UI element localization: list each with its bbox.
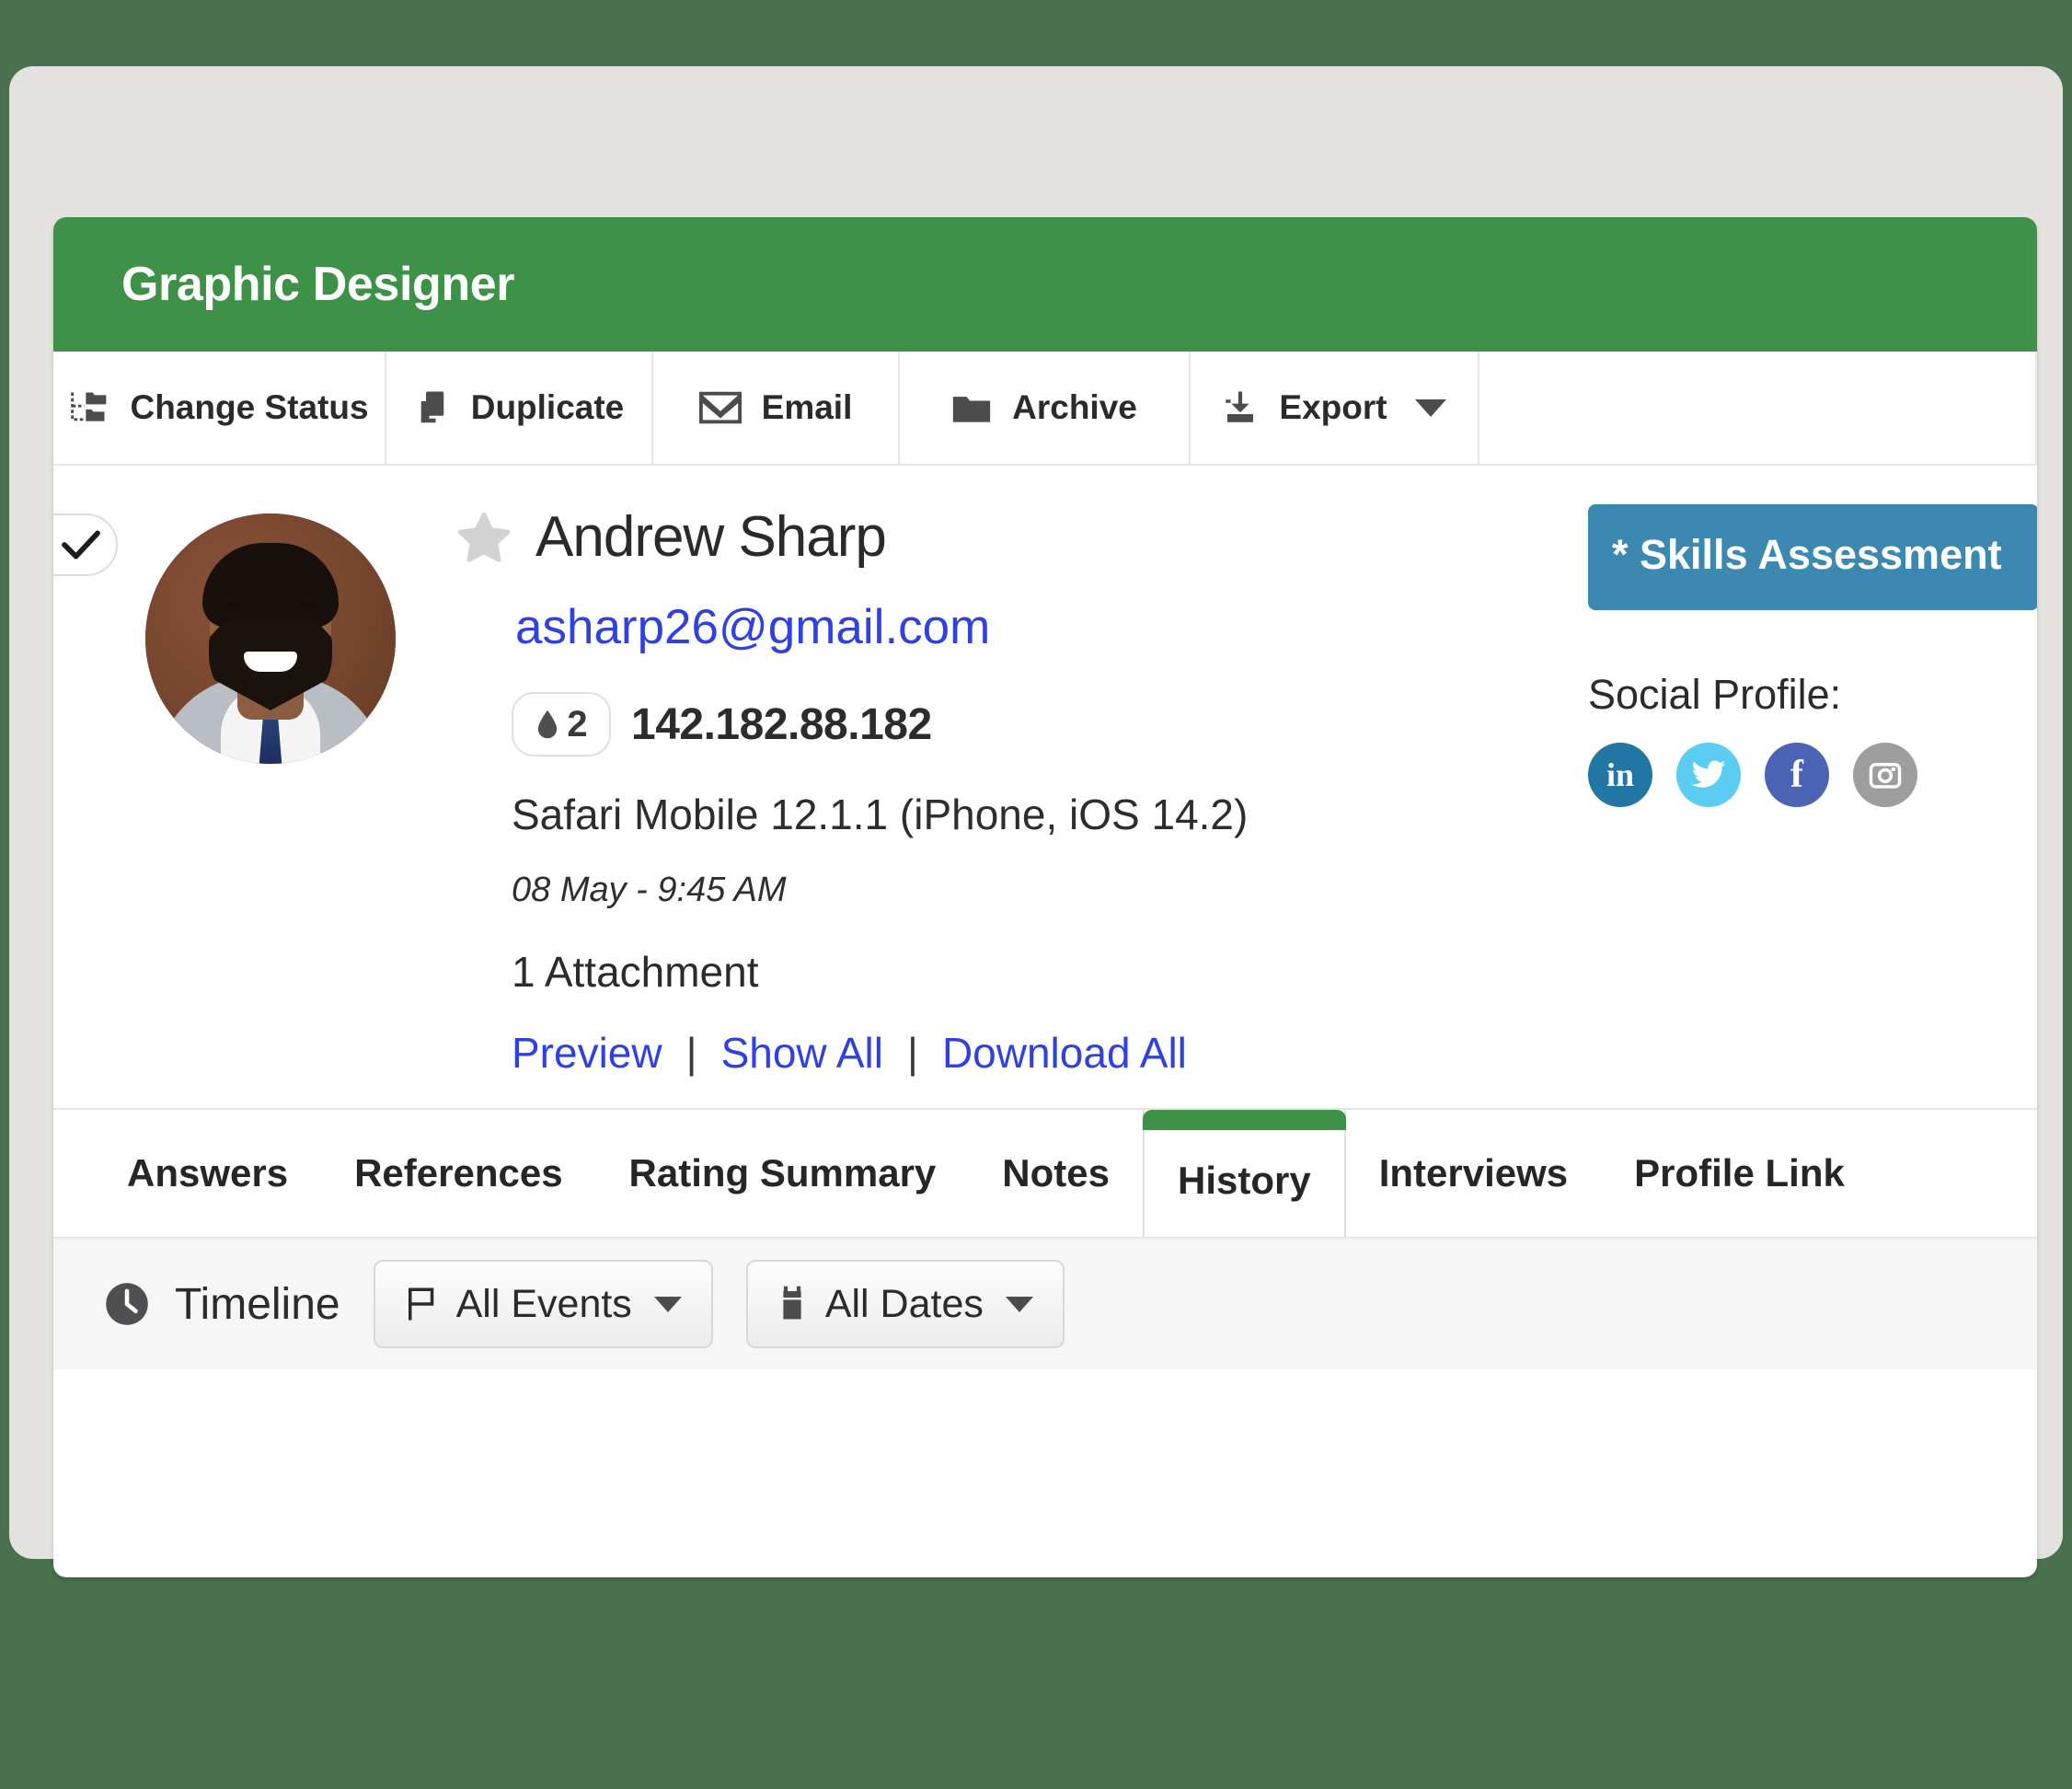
social-profile-links: in f bbox=[1588, 743, 2037, 808]
twitter-icon[interactable] bbox=[1676, 743, 1741, 808]
duplicate-icon bbox=[414, 388, 451, 427]
change-status-label: Change Status bbox=[130, 388, 369, 426]
linkedin-glyph: in bbox=[1606, 756, 1635, 794]
chevron-down-icon bbox=[653, 1296, 682, 1312]
linkedin-icon[interactable]: in bbox=[1588, 743, 1652, 808]
page-title: Graphic Designer bbox=[121, 258, 515, 311]
tab-notes[interactable]: Notes bbox=[969, 1110, 1143, 1237]
archive-button[interactable]: Archive bbox=[900, 352, 1191, 464]
tab-answers[interactable]: Answers bbox=[94, 1110, 321, 1237]
facebook-glyph: f bbox=[1790, 754, 1803, 797]
all-dates-filter[interactable]: All Dates bbox=[745, 1260, 1065, 1348]
email-button[interactable]: Email bbox=[653, 352, 900, 464]
select-candidate-checkbox[interactable] bbox=[53, 514, 118, 576]
duplicate-button[interactable]: Duplicate bbox=[386, 352, 653, 464]
rating-count: 2 bbox=[567, 703, 588, 744]
attachment-actions: Preview | Show All | Download All bbox=[512, 1028, 1542, 1078]
chevron-down-icon bbox=[1005, 1296, 1033, 1312]
email-label: Email bbox=[761, 388, 853, 426]
ip-row: 2 142.182.88.182 bbox=[512, 692, 1542, 756]
candidate-name: Andrew Sharp bbox=[535, 505, 887, 569]
change-status-button[interactable]: Change Status bbox=[53, 352, 386, 464]
download-icon bbox=[1222, 388, 1259, 427]
candidate-sidebar: * Skills Assessment Social Profile: in f bbox=[1588, 504, 2037, 808]
star-icon[interactable] bbox=[456, 511, 512, 564]
timeline-toolbar: Timeline All Events All Dates bbox=[53, 1239, 2037, 1369]
outer-card: Graphic Designer Change Status Duplicate… bbox=[9, 66, 2063, 1577]
browser-info: Safari Mobile 12.1.1 (iPhone, iOS 14.2) bbox=[512, 791, 1249, 838]
tab-bar: Answers References Rating Summary Notes … bbox=[53, 1110, 2037, 1239]
social-profile-label: Social Profile: bbox=[1588, 671, 1842, 719]
link-separator: | bbox=[685, 1029, 697, 1077]
chevron-down-icon[interactable] bbox=[1414, 398, 1446, 417]
instagram-icon[interactable] bbox=[1853, 743, 1917, 808]
timeline-label: Timeline bbox=[175, 1279, 340, 1329]
ip-address: 142.182.88.182 bbox=[631, 699, 932, 749]
candidate-details: Andrew Sharp asharp26@gmail.com 2 142.18… bbox=[456, 504, 1542, 1078]
sitemap-icon bbox=[69, 387, 109, 428]
envelope-icon bbox=[698, 391, 742, 424]
tab-history[interactable]: History bbox=[1143, 1110, 1346, 1237]
candidate-panel: Graphic Designer Change Status Duplicate… bbox=[53, 217, 2037, 1577]
avatar bbox=[145, 514, 396, 764]
tab-rating-summary[interactable]: Rating Summary bbox=[596, 1110, 970, 1237]
droplet-icon bbox=[535, 709, 560, 740]
calendar-icon bbox=[777, 1285, 807, 1323]
candidate-email[interactable]: asharp26@gmail.com bbox=[515, 599, 990, 655]
toolbar-empty-slot bbox=[1479, 352, 2037, 464]
tab-interviews[interactable]: Interviews bbox=[1346, 1110, 1601, 1237]
all-events-label: All Events bbox=[455, 1281, 632, 1326]
flag-icon bbox=[405, 1285, 438, 1323]
panel-header: Graphic Designer bbox=[53, 217, 2037, 352]
skills-assessment-button[interactable]: * Skills Assessment bbox=[1588, 504, 2037, 611]
action-toolbar: Change Status Duplicate Email Archive Ex… bbox=[53, 352, 2037, 466]
show-all-link[interactable]: Show All bbox=[721, 1028, 883, 1078]
submission-timestamp: 08 May - 9:45 AM bbox=[512, 871, 787, 909]
all-events-filter[interactable]: All Events bbox=[373, 1260, 713, 1348]
tab-profile-link[interactable]: Profile Link bbox=[1601, 1110, 1878, 1237]
download-all-link[interactable]: Download All bbox=[942, 1028, 1187, 1078]
export-button[interactable]: Export bbox=[1191, 352, 1479, 464]
link-separator: | bbox=[907, 1029, 918, 1077]
candidate-name-row: Andrew Sharp bbox=[456, 504, 1542, 570]
candidate-summary: Andrew Sharp asharp26@gmail.com 2 142.18… bbox=[53, 466, 2037, 1110]
archive-label: Archive bbox=[1012, 388, 1137, 426]
clock-icon bbox=[103, 1280, 151, 1328]
rating-badge[interactable]: 2 bbox=[512, 692, 611, 756]
check-icon bbox=[61, 528, 101, 561]
export-label: Export bbox=[1279, 388, 1387, 426]
attachment-count: 1 Attachment bbox=[512, 948, 759, 996]
timeline-label-group: Timeline bbox=[103, 1279, 340, 1330]
all-dates-label: All Dates bbox=[824, 1281, 984, 1326]
duplicate-label: Duplicate bbox=[470, 388, 625, 426]
preview-link[interactable]: Preview bbox=[512, 1028, 662, 1078]
tab-references[interactable]: References bbox=[321, 1110, 595, 1237]
folder-icon bbox=[951, 391, 992, 424]
facebook-icon[interactable]: f bbox=[1765, 743, 1829, 808]
